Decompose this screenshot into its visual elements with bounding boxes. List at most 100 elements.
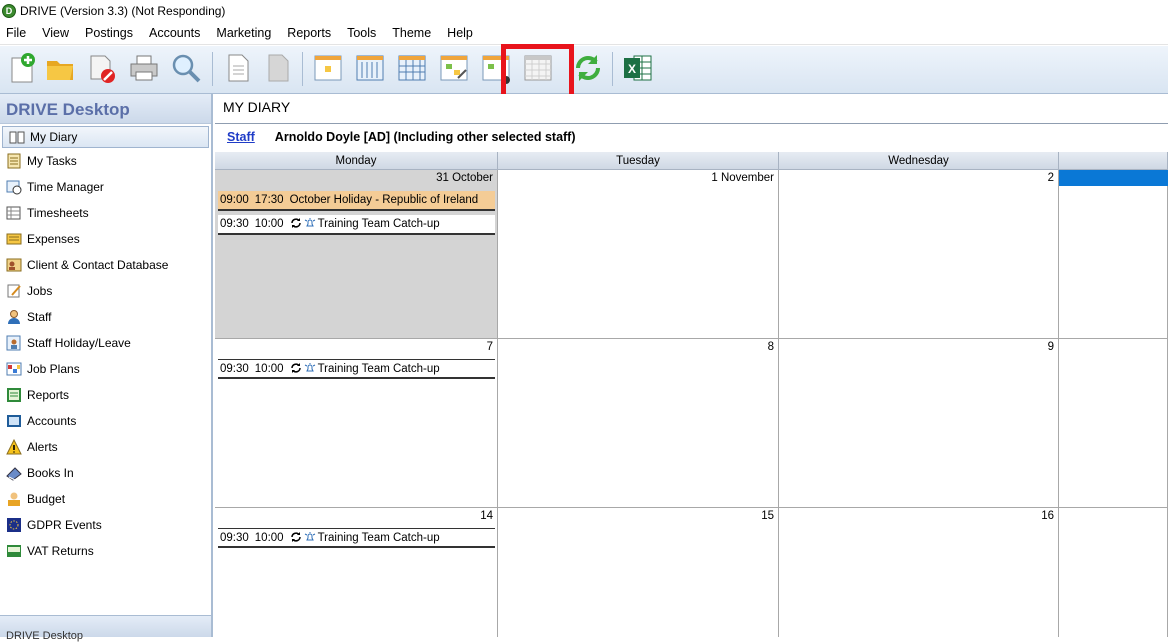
sidebar-item-books-in[interactable]: Books In — [0, 460, 211, 486]
day-cell[interactable]: 7 09:30 10:00 Training Team Catch-up — [215, 339, 498, 508]
event-title: October Holiday - Republic of Ireland — [289, 194, 479, 206]
calendar-event[interactable]: 09:30 10:00 Training Team Catch-up — [218, 359, 495, 379]
date-label: 7 — [486, 341, 493, 353]
calendar-day-icon[interactable] — [312, 52, 344, 84]
sidebar-item-label: Reports — [27, 388, 70, 402]
new-icon[interactable] — [6, 52, 38, 84]
sidebar-item-label: Job Plans — [27, 362, 80, 376]
recurring-icon — [290, 532, 301, 542]
excel-icon[interactable]: X — [622, 52, 654, 84]
document-icon[interactable] — [222, 52, 254, 84]
sidebar-item-accounts[interactable]: Accounts — [0, 408, 211, 434]
refresh-icon[interactable] — [572, 52, 604, 84]
budget-icon — [8, 492, 20, 506]
open-folder-icon[interactable] — [44, 52, 76, 84]
menu-file[interactable]: File — [6, 26, 26, 40]
delete-icon[interactable] — [86, 52, 118, 84]
sidebar-footer[interactable]: DRIVE Desktop — [0, 615, 211, 642]
sidebar-item-reports[interactable]: Reports — [0, 382, 211, 408]
toolbar-separator — [212, 52, 213, 86]
sidebar-item-my-tasks[interactable]: My Tasks — [0, 148, 211, 174]
date-label: 31 October — [436, 172, 493, 184]
highlight-box — [501, 44, 574, 100]
sidebar: DRIVE Desktop My Diary My Tasks Time Man… — [0, 94, 213, 642]
event-start: 09:00 — [220, 194, 249, 206]
main-panel: MY DIARY Staff Arnoldo Doyle [AD] (Inclu… — [215, 94, 1168, 637]
calendar-week-icon[interactable] — [354, 52, 386, 84]
day-cell[interactable]: 15 — [498, 508, 779, 637]
title-bar: D DRIVE (Version 3.3) (Not Responding) — [0, 0, 1168, 22]
calendar-month-icon[interactable] — [396, 52, 428, 84]
tasks-icon — [7, 153, 21, 169]
day-cell[interactable]: 1 November — [498, 170, 779, 339]
recurring-icon — [290, 218, 301, 228]
day-header-wednesday: Wednesday — [779, 152, 1059, 170]
sidebar-item-my-diary[interactable]: My Diary — [2, 126, 209, 148]
event-end: 17:30 — [254, 194, 284, 206]
sidebar-item-vat-returns[interactable]: VAT Returns — [0, 538, 211, 564]
menu-postings[interactable]: Postings — [85, 26, 133, 40]
day-cell[interactable] — [1059, 508, 1168, 637]
day-cell[interactable]: 16 — [779, 508, 1059, 637]
reports-icon — [7, 388, 21, 402]
sidebar-item-staff-holiday-leave[interactable]: Staff Holiday/Leave — [0, 330, 211, 356]
search-icon[interactable] — [170, 52, 202, 84]
staff-link[interactable]: Staff — [227, 130, 255, 144]
sidebar-footer-label: DRIVE Desktop — [6, 630, 84, 642]
sidebar-item-label: Budget — [27, 492, 66, 506]
calendar-event[interactable]: 09:30 10:00 Training Team Catch-up — [218, 528, 495, 548]
menu-reports[interactable]: Reports — [287, 26, 331, 40]
svg-text:X: X — [628, 62, 636, 76]
sidebar-item-staff[interactable]: Staff — [0, 304, 211, 330]
sidebar-item-label: Client & Contact Database — [27, 258, 169, 272]
day-cell[interactable]: 2 — [779, 170, 1059, 339]
day-cell[interactable]: 31 October 09:00 17:30 October Holiday - R… — [215, 170, 498, 339]
sidebar-item-label: Jobs — [27, 284, 53, 298]
calendar-event[interactable]: 09:00 17:30 October Holiday - Republic of … — [218, 191, 495, 211]
sidebar-item-timesheets[interactable]: Timesheets — [0, 200, 211, 226]
sidebar-item-jobs[interactable]: Jobs — [0, 278, 211, 304]
day-header-monday: Monday — [215, 152, 498, 170]
calendar-edit-icon[interactable] — [438, 52, 470, 84]
print-icon[interactable] — [128, 52, 160, 84]
sidebar-item-gdpr-events[interactable]: GDPR Events — [0, 512, 211, 538]
sidebar-item-label: Books In — [27, 466, 74, 480]
calendar-event[interactable]: 09:30 10:00 Training Team Catch-up — [218, 215, 495, 235]
day-cell[interactable]: 9 — [779, 339, 1059, 508]
recurring-icon — [290, 363, 301, 373]
date-label: 8 — [767, 341, 774, 353]
calendar-grid: Monday Tuesday Wednesday 31 October 09:0… — [215, 152, 1168, 637]
toolbar: X — [0, 46, 1168, 94]
accounts-icon — [7, 415, 21, 427]
sidebar-item-alerts[interactable]: Alerts — [0, 434, 211, 460]
event-end: 10:00 — [254, 218, 284, 230]
sidebar-item-time-manager[interactable]: Time Manager — [0, 174, 211, 200]
day-cell[interactable] — [1059, 339, 1168, 508]
menu-accounts[interactable]: Accounts — [149, 26, 200, 40]
menu-marketing[interactable]: Marketing — [216, 26, 271, 40]
day-cell[interactable]: 14 09:30 10:00 Training Team Catch-up — [215, 508, 498, 637]
sidebar-item-label: Staff — [27, 310, 52, 324]
toolbar-separator — [612, 52, 613, 86]
sidebar-item-job-plans[interactable]: Job Plans — [0, 356, 211, 382]
alert-icon — [6, 439, 22, 455]
sidebar-item-label: Alerts — [27, 440, 58, 454]
day-cell[interactable] — [1059, 170, 1168, 339]
event-title: Training Team Catch-up — [317, 532, 440, 544]
event-title: Training Team Catch-up — [317, 363, 440, 375]
selected-day-indicator — [1059, 170, 1168, 186]
alarm-icon — [304, 363, 315, 372]
menu-tools[interactable]: Tools — [347, 26, 376, 40]
window-title: DRIVE (Version 3.3) (Not Responding) — [20, 4, 226, 18]
date-label: 15 — [761, 510, 774, 522]
menu-help[interactable]: Help — [447, 26, 473, 40]
document-gray-icon[interactable] — [262, 52, 294, 84]
day-cell[interactable]: 8 — [498, 339, 779, 508]
menu-view[interactable]: View — [42, 26, 69, 40]
app-icon: D — [2, 4, 16, 18]
sidebar-item-client-contact-database[interactable]: Client & Contact Database — [0, 252, 211, 278]
menu-theme[interactable]: Theme — [392, 26, 431, 40]
sidebar-item-expenses[interactable]: Expenses — [0, 226, 211, 252]
date-label: 2 — [1047, 172, 1054, 184]
sidebar-item-budget[interactable]: Budget — [0, 486, 211, 512]
